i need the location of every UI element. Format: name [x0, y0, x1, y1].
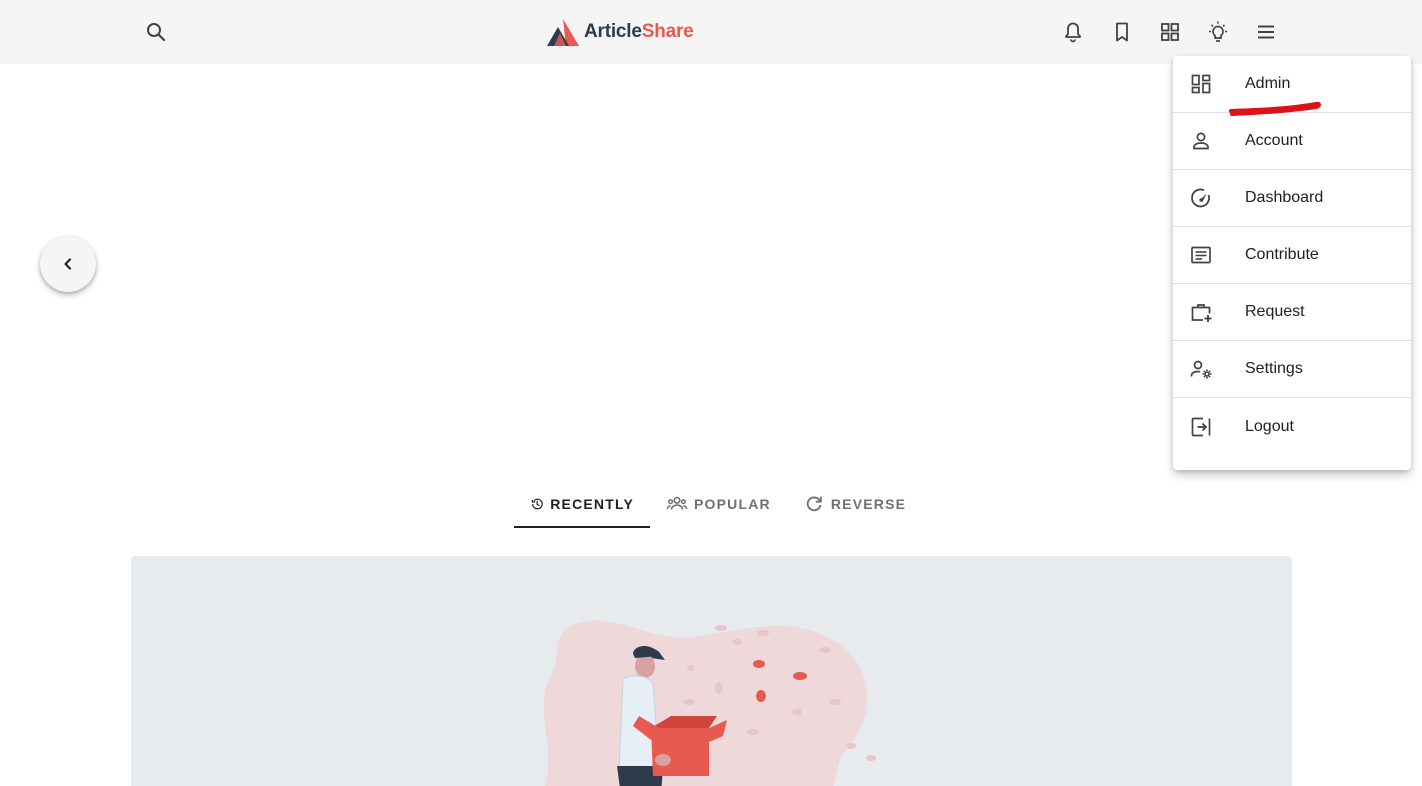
search-icon	[147, 23, 166, 42]
main-menu-button[interactable]	[1246, 12, 1286, 52]
menu-item-contribute[interactable]: Contribute	[1173, 227, 1411, 284]
people-icon	[666, 496, 688, 510]
menu-item-dashboard[interactable]: Dashboard	[1173, 170, 1411, 227]
tab-popular-label: POPULAR	[694, 496, 771, 512]
menu-item-logout[interactable]: Logout	[1173, 398, 1411, 455]
back-button[interactable]	[40, 236, 96, 292]
notifications-button[interactable]	[1053, 12, 1093, 52]
bookmarks-button[interactable]	[1102, 12, 1142, 52]
apps-button[interactable]	[1150, 12, 1190, 52]
article-sort-tabs: RECENTLY POPULAR REVERSE	[514, 480, 922, 528]
menu-item-dashboard-label: Dashboard	[1245, 189, 1324, 206]
menu-item-account-label: Account	[1245, 132, 1303, 149]
chevron-left-icon	[64, 258, 72, 270]
menu-item-admin-label: Admin	[1245, 75, 1291, 92]
tab-reverse[interactable]: REVERSE	[787, 480, 922, 528]
menu-item-account[interactable]: Account	[1173, 113, 1411, 170]
apps-grid-icon	[1161, 23, 1179, 41]
brand-name-part2: Share	[641, 21, 694, 42]
person-icon	[1193, 132, 1209, 150]
logo-mark-icon	[547, 19, 579, 46]
brand-logo[interactable]: ArticleShare	[546, 16, 694, 48]
notifications-icon	[1065, 22, 1081, 43]
work-add-icon	[1191, 304, 1212, 322]
menu-item-contribute-label: Contribute	[1245, 246, 1319, 263]
theme-toggle-button[interactable]	[1198, 12, 1238, 52]
delivery-box-illustration	[543, 620, 876, 786]
bookmark-icon	[1116, 22, 1128, 42]
theme-lightbulb-icon	[1209, 21, 1227, 42]
menu-item-admin[interactable]: Admin	[1173, 56, 1411, 113]
brand-name-part1: Article	[584, 21, 642, 42]
tab-popular[interactable]: POPULAR	[650, 480, 787, 528]
refresh-icon	[806, 496, 822, 512]
history-icon	[531, 498, 543, 510]
article-icon	[1191, 246, 1211, 264]
menu-icon	[1258, 25, 1274, 39]
tab-recently-label: RECENTLY	[550, 496, 634, 512]
top-app-bar: ArticleShare	[0, 0, 1422, 64]
menu-item-request[interactable]: Request	[1173, 284, 1411, 341]
logout-icon	[1191, 417, 1211, 436]
empty-state-card	[131, 556, 1292, 786]
menu-item-request-label: Request	[1245, 303, 1305, 320]
speedometer-icon	[1191, 188, 1210, 208]
search-button[interactable]	[136, 12, 176, 52]
tab-recently[interactable]: RECENTLY	[514, 480, 650, 528]
tab-reverse-label: REVERSE	[830, 496, 907, 512]
brand-name: ArticleShare	[584, 21, 694, 43]
menu-item-logout-label: Logout	[1245, 417, 1294, 435]
manage-accounts-icon	[1190, 360, 1212, 379]
menu-item-settings-label: Settings	[1245, 360, 1303, 377]
account-dropdown-menu: Admin Account Dashboard Contribute Reque…	[1173, 56, 1411, 470]
menu-item-settings[interactable]: Settings	[1173, 341, 1411, 398]
dashboard-grid-icon	[1191, 74, 1211, 94]
